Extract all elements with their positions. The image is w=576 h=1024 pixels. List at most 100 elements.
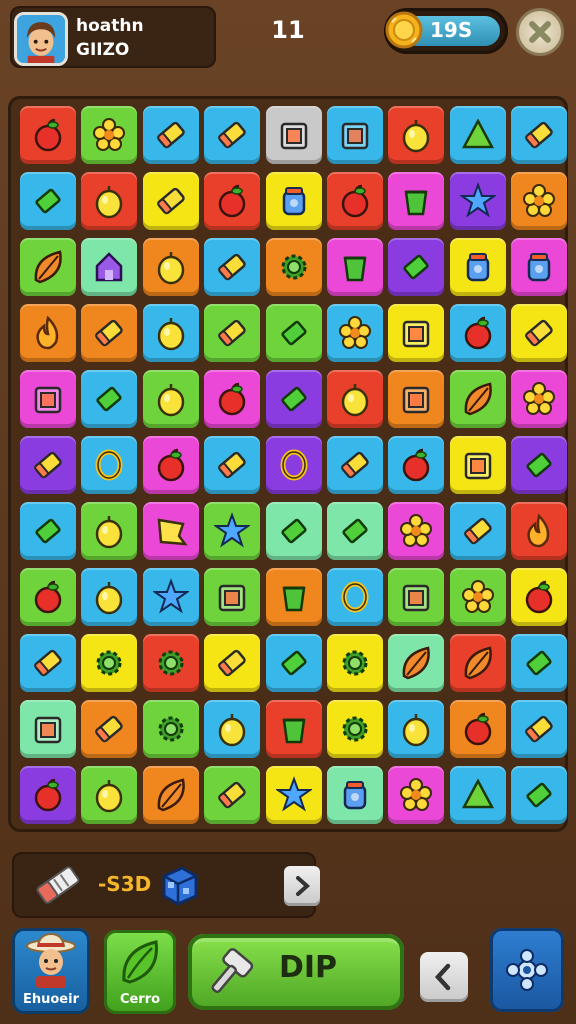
board-tile[interactable] xyxy=(511,106,568,164)
board-tile[interactable] xyxy=(204,172,261,230)
settings-button[interactable] xyxy=(490,928,564,1012)
board-tile[interactable] xyxy=(449,304,506,362)
coin-counter[interactable]: 19S xyxy=(384,8,508,54)
board-tile[interactable] xyxy=(81,766,138,824)
board-tile[interactable] xyxy=(327,106,383,164)
board-tile[interactable] xyxy=(327,436,383,494)
board-tile[interactable] xyxy=(449,502,506,560)
board-tile[interactable] xyxy=(204,634,261,692)
board-tile[interactable] xyxy=(204,370,261,428)
board-tile[interactable] xyxy=(388,172,445,230)
board-tile[interactable] xyxy=(511,238,568,296)
board-tile[interactable] xyxy=(265,700,322,758)
board-tile[interactable] xyxy=(81,370,138,428)
board-tile[interactable] xyxy=(265,502,322,560)
board-tile[interactable] xyxy=(142,502,199,560)
board-tile[interactable] xyxy=(204,304,261,362)
board-tile[interactable] xyxy=(265,106,322,164)
board-tile[interactable] xyxy=(204,700,261,758)
board-tile[interactable] xyxy=(81,106,138,164)
board-tile[interactable] xyxy=(20,634,76,692)
board-tile[interactable] xyxy=(142,568,199,626)
board-tile[interactable] xyxy=(449,700,506,758)
board-tile[interactable] xyxy=(20,304,76,362)
board-tile[interactable] xyxy=(81,700,138,758)
board-tile[interactable] xyxy=(204,106,261,164)
board-tile[interactable] xyxy=(20,700,76,758)
board-tile[interactable] xyxy=(327,700,383,758)
board-tile[interactable] xyxy=(265,304,322,362)
board-tile[interactable] xyxy=(81,172,138,230)
play-button[interactable]: DIP xyxy=(188,934,404,1010)
board-tile[interactable] xyxy=(327,634,383,692)
next-arrow-button[interactable] xyxy=(284,866,320,906)
board-tile[interactable] xyxy=(20,502,76,560)
board-tile[interactable] xyxy=(265,436,322,494)
board-tile[interactable] xyxy=(204,238,261,296)
board-tile[interactable] xyxy=(20,568,76,626)
board-tile[interactable] xyxy=(511,304,568,362)
board-tile[interactable] xyxy=(265,238,322,296)
board-tile[interactable] xyxy=(81,238,138,296)
board-tile[interactable] xyxy=(388,436,445,494)
board-tile[interactable] xyxy=(327,370,383,428)
board-tile[interactable] xyxy=(20,238,76,296)
board-tile[interactable] xyxy=(449,568,506,626)
board-tile[interactable] xyxy=(265,370,322,428)
board-tile[interactable] xyxy=(142,634,199,692)
board-tile[interactable] xyxy=(142,766,199,824)
board-tile[interactable] xyxy=(449,106,506,164)
board-tile[interactable] xyxy=(204,766,261,824)
profile-button[interactable]: Ehuoeir xyxy=(12,928,90,1014)
board-tile[interactable] xyxy=(511,370,568,428)
board-tile[interactable] xyxy=(388,700,445,758)
board-tile[interactable] xyxy=(20,172,76,230)
board-tile[interactable] xyxy=(511,766,568,824)
board-tile[interactable] xyxy=(449,370,506,428)
board-tile[interactable] xyxy=(327,172,383,230)
board-tile[interactable] xyxy=(20,106,76,164)
back-button[interactable] xyxy=(420,952,468,1002)
board-tile[interactable] xyxy=(81,568,138,626)
board-tile[interactable] xyxy=(20,766,76,824)
board-tile[interactable] xyxy=(449,172,506,230)
board-tile[interactable] xyxy=(449,766,506,824)
leaf-booster-button[interactable]: Cerro xyxy=(104,930,176,1014)
board-tile[interactable] xyxy=(142,436,199,494)
board-tile[interactable] xyxy=(327,502,383,560)
board-tile[interactable] xyxy=(142,700,199,758)
board-tile[interactable] xyxy=(142,106,199,164)
board-tile[interactable] xyxy=(81,634,138,692)
board-tile[interactable] xyxy=(511,436,568,494)
board-tile[interactable] xyxy=(142,370,199,428)
board-tile[interactable] xyxy=(81,502,138,560)
board-tile[interactable] xyxy=(388,568,445,626)
board-tile[interactable] xyxy=(265,766,322,824)
board-tile[interactable] xyxy=(511,700,568,758)
board-tile[interactable] xyxy=(81,436,138,494)
board-tile[interactable] xyxy=(204,502,261,560)
board-tile[interactable] xyxy=(142,304,199,362)
board-tile[interactable] xyxy=(265,634,322,692)
eraser-pencil-icon[interactable] xyxy=(30,858,86,912)
board-tile[interactable] xyxy=(449,238,506,296)
board-tile[interactable] xyxy=(511,172,568,230)
board-tile[interactable] xyxy=(388,370,445,428)
board-tile[interactable] xyxy=(388,304,445,362)
board-tile[interactable] xyxy=(388,106,445,164)
player-avatar[interactable] xyxy=(14,12,68,66)
board-tile[interactable] xyxy=(204,568,261,626)
close-button[interactable] xyxy=(516,8,564,56)
blue-cube-icon[interactable] xyxy=(156,862,202,908)
board-tile[interactable] xyxy=(327,568,383,626)
player-card[interactable]: hoathn GIIZO xyxy=(10,6,216,68)
board-tile[interactable] xyxy=(327,304,383,362)
board-tile[interactable] xyxy=(204,436,261,494)
board-tile[interactable] xyxy=(511,634,568,692)
board-tile[interactable] xyxy=(327,766,383,824)
board-tile[interactable] xyxy=(81,304,138,362)
board-tile[interactable] xyxy=(511,502,568,560)
board-tile[interactable] xyxy=(142,172,199,230)
board-tile[interactable] xyxy=(388,766,445,824)
board-tile[interactable] xyxy=(511,568,568,626)
